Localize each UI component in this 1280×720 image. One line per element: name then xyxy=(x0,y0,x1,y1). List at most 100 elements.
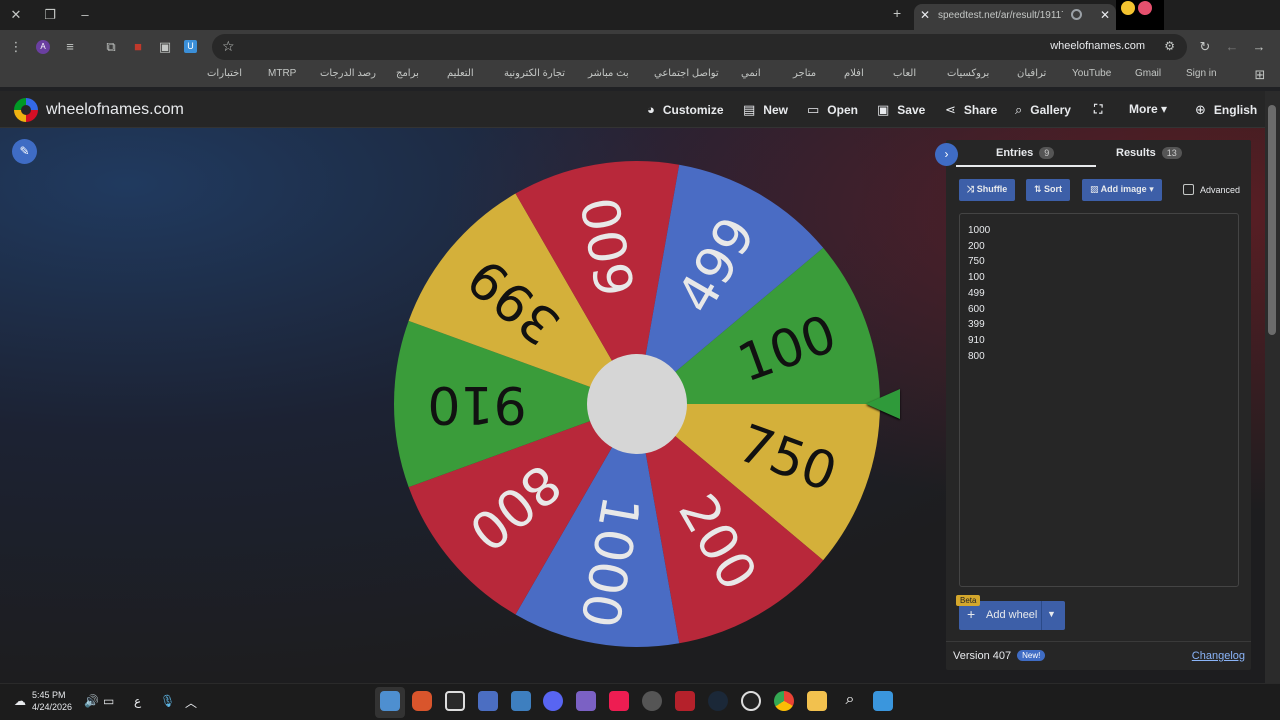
active-tab[interactable] xyxy=(1116,0,1164,30)
new-tab-icon[interactable]: + xyxy=(893,5,901,21)
scrollbar-thumb[interactable] xyxy=(1268,105,1276,335)
bookmark-youtube[interactable]: YouTube xyxy=(1072,68,1111,79)
extension-icon[interactable]: ■ xyxy=(130,39,146,55)
apps-grid-icon[interactable]: ⊞ xyxy=(1252,67,1268,83)
nav-share[interactable]: ⋖ Share xyxy=(945,102,997,118)
fullscreen-icon[interactable]: ⛶ xyxy=(1094,102,1102,117)
minimize-window-icon[interactable]: – xyxy=(75,7,95,22)
bookmark-folder[interactable]: بث مباشر xyxy=(588,68,629,79)
nav-new[interactable]: ▤ New xyxy=(743,102,788,118)
nav-more[interactable]: More ▾ xyxy=(1129,102,1167,116)
bookmark-folder[interactable]: اختبارات xyxy=(207,68,242,79)
extension-icon[interactable]: ▣ xyxy=(157,39,173,55)
app-icon[interactable] xyxy=(511,691,531,711)
forward-icon[interactable]: → xyxy=(1251,39,1267,55)
bookmark-folder[interactable]: افلام xyxy=(844,68,864,79)
extensions-icon[interactable]: ⧉ xyxy=(103,39,119,55)
app-icon[interactable] xyxy=(445,691,465,711)
extension-icon[interactable]: U xyxy=(184,40,197,53)
nav-customize[interactable]: ◕ Customize xyxy=(647,102,724,117)
bookmark-folder[interactable]: ترافيان xyxy=(1017,68,1046,79)
back-icon[interactable]: ← xyxy=(1224,39,1240,55)
chrome-app-icon[interactable] xyxy=(774,691,794,711)
tiktok-app-icon[interactable] xyxy=(609,691,629,711)
bookmark-folder[interactable]: انمي xyxy=(741,68,761,79)
bookmark-sign-in[interactable]: Sign in xyxy=(1186,68,1217,79)
bookmark-link[interactable]: MTRP xyxy=(268,68,296,79)
wheel-center-hub[interactable] xyxy=(587,354,687,454)
wheel[interactable]: 1007502001000800910399 600 499 xyxy=(392,159,882,649)
bookmark-folder[interactable]: العاب xyxy=(893,68,916,79)
restore-window-icon[interactable]: ❐ xyxy=(40,7,60,23)
clock[interactable]: 5:45 PM 4/24/2026 xyxy=(32,689,72,713)
app-icon[interactable] xyxy=(642,691,662,711)
bookmark-folder[interactable]: تواصل اجتماعي xyxy=(654,68,719,79)
network-icon[interactable]: ▭ xyxy=(103,694,114,708)
browser-tab[interactable]: ✕ speedtest.net/ar/result/191172 ✕ xyxy=(914,4,1116,30)
menu-dots-icon[interactable]: ⋮ xyxy=(8,39,24,55)
version-label: Version 407 New! xyxy=(953,650,1046,662)
volume-icon[interactable]: 🔊 xyxy=(84,694,99,708)
edit-pencil-icon[interactable]: ✎ xyxy=(12,139,37,164)
discord-app-icon[interactable] xyxy=(543,691,563,711)
app-icon[interactable] xyxy=(675,691,695,711)
site-header: wheelofnames.com ◕ Customize ▤ New ▭ Open ▣… xyxy=(0,91,1265,128)
tab-results[interactable]: Results 13 xyxy=(1116,147,1182,159)
site-settings-icon[interactable]: ⚙ xyxy=(1164,39,1175,53)
sort-button[interactable]: ⇅ Sort xyxy=(1026,179,1071,201)
bookmark-folder[interactable]: بروكسيات xyxy=(947,68,989,79)
bookmark-folder[interactable]: برامج xyxy=(396,68,419,79)
address-bar[interactable]: ☆ wheelofnames.com ⚙ xyxy=(212,34,1187,60)
shuffle-button[interactable]: ⤨ Shuffle xyxy=(959,179,1016,201)
time: 5:45 PM xyxy=(32,690,66,700)
bookmark-folder[interactable]: تجارة الكترونية xyxy=(504,68,565,79)
changelog-link[interactable]: Changelog xyxy=(1192,650,1245,662)
button-label: Shuffle xyxy=(976,184,1008,194)
nav-label: Save xyxy=(897,103,926,117)
folder-icon: ▭ xyxy=(807,102,820,117)
wheel-segment-label: 910 xyxy=(427,374,526,434)
checkbox-icon[interactable] xyxy=(1183,184,1194,195)
weather-icon[interactable]: ☁ xyxy=(14,694,26,708)
app-icon[interactable] xyxy=(741,691,761,711)
bookmark-link[interactable]: رصد الدرجات xyxy=(320,68,376,79)
site-logo[interactable]: wheelofnames.com xyxy=(46,101,184,119)
advanced-checkbox[interactable]: Advanced xyxy=(1183,184,1240,195)
microphone-icon[interactable]: 🎙 xyxy=(160,694,175,708)
file-explorer-app-icon[interactable] xyxy=(807,691,827,711)
entry-line: 200 xyxy=(968,240,985,252)
caret-down-icon[interactable]: ▼ xyxy=(1047,609,1056,619)
app-icon[interactable] xyxy=(576,691,596,711)
add-image-button[interactable]: ▨ Add image ▾ xyxy=(1082,179,1162,201)
app-icon[interactable] xyxy=(478,691,498,711)
profile-avatar-icon[interactable]: A xyxy=(36,40,50,54)
search-icon[interactable]: ⌕ xyxy=(840,691,860,711)
start-windows-icon[interactable] xyxy=(873,691,893,711)
entry-line: 800 xyxy=(968,350,985,362)
page-scrollbar[interactable] xyxy=(1265,91,1280,683)
brave-app-icon[interactable] xyxy=(412,691,432,711)
logo-icon[interactable] xyxy=(14,98,38,122)
entries-textarea[interactable]: 1000 200 750 100 499 600 399 910 800 xyxy=(959,213,1239,587)
nav-save[interactable]: ▣ Save xyxy=(877,102,925,118)
media-control-icon[interactable]: ≡ xyxy=(62,39,78,55)
reload-icon[interactable]: ↻ xyxy=(1197,39,1213,55)
bookmark-folder[interactable]: متاجر xyxy=(793,68,816,79)
notepad-app-icon[interactable] xyxy=(380,691,400,711)
tab-entries[interactable]: Entries 9 xyxy=(996,147,1055,159)
bookmark-star-icon[interactable]: ☆ xyxy=(222,38,235,55)
tab-close-icon[interactable]: ✕ xyxy=(1100,8,1110,22)
nav-language[interactable]: ⊕ English xyxy=(1195,102,1257,118)
bookmark-gmail[interactable]: Gmail xyxy=(1135,68,1161,79)
bookmark-folder[interactable]: التعليم xyxy=(447,68,474,79)
nav-gallery[interactable]: ⌕ Gallery xyxy=(1015,102,1071,118)
collapse-panel-icon[interactable]: › xyxy=(935,143,958,166)
chevron-up-icon[interactable]: ︿ xyxy=(185,694,197,711)
language-indicator[interactable]: ع xyxy=(134,694,141,708)
steam-app-icon[interactable] xyxy=(708,691,728,711)
close-window-icon[interactable]: ✕ xyxy=(6,7,26,23)
tab-title: speedtest.net/ar/result/191172 xyxy=(938,10,1063,21)
tab-close-icon[interactable]: ✕ xyxy=(920,8,930,22)
nav-label: More xyxy=(1129,102,1158,116)
nav-open[interactable]: ▭ Open xyxy=(807,102,858,118)
